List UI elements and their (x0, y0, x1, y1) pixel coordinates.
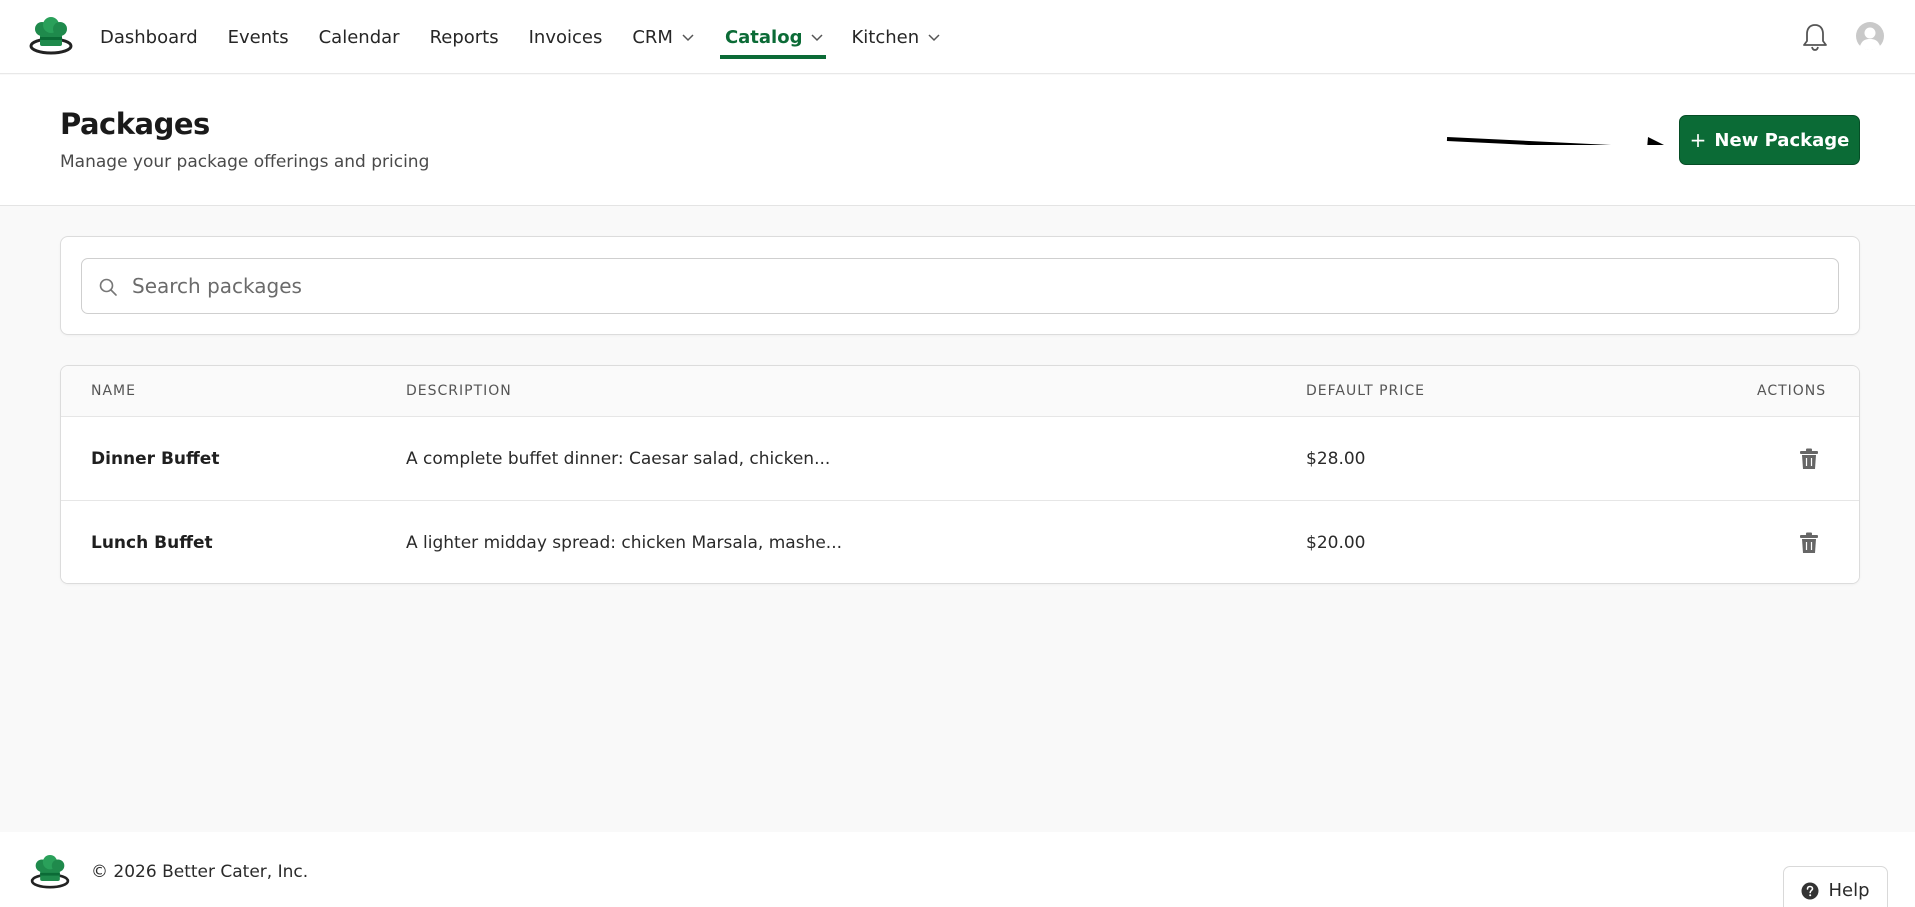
column-header-name[interactable]: NAME (91, 383, 136, 399)
question-circle-icon (1801, 882, 1819, 900)
chevron-down-icon (928, 34, 940, 42)
nav-item-label: Calendar (318, 26, 400, 48)
bell-icon[interactable] (1801, 22, 1829, 52)
help-button-label: Help (1828, 880, 1870, 901)
help-button[interactable]: Help (1783, 866, 1888, 907)
new-package-button-label: New Package (1714, 129, 1850, 151)
table-row[interactable]: Dinner Buffet A complete buffet dinner: … (61, 418, 1859, 501)
new-package-button[interactable]: + New Package (1679, 115, 1860, 165)
search-icon (99, 278, 117, 296)
copyright-text: © 2026 Better Cater, Inc. (91, 862, 309, 882)
trash-icon[interactable] (1799, 532, 1819, 554)
main-nav: Dashboard Events Calendar Reports Invoic… (100, 0, 941, 74)
search-box[interactable] (81, 258, 1839, 314)
nav-item-crm[interactable]: CRM (632, 0, 695, 74)
chef-hat-logo-icon[interactable] (29, 17, 73, 55)
packages-table: NAME DESCRIPTION DEFAULT PRICE ACTIONS D… (60, 365, 1860, 584)
user-avatar-icon[interactable] (1855, 21, 1885, 51)
trash-icon[interactable] (1799, 448, 1819, 470)
search-input[interactable] (132, 259, 1822, 313)
package-description: A lighter midday spread: chicken Marsala… (406, 533, 843, 553)
table-header: NAME DESCRIPTION DEFAULT PRICE ACTIONS (61, 366, 1859, 417)
chevron-down-icon (811, 34, 824, 42)
plus-icon: + (1689, 128, 1707, 152)
page-header: Packages Manage your package offerings a… (0, 75, 1915, 206)
nav-item-reports[interactable]: Reports (430, 0, 499, 74)
nav-item-invoices[interactable]: Invoices (529, 0, 603, 74)
chef-hat-logo-icon (30, 855, 70, 889)
page-subtitle: Manage your package offerings and pricin… (60, 152, 430, 172)
package-price: $28.00 (1306, 449, 1366, 469)
column-header-default-price[interactable]: DEFAULT PRICE (1306, 383, 1425, 399)
nav-item-label: CRM (632, 26, 673, 48)
package-name[interactable]: Lunch Buffet (91, 533, 213, 553)
footer: © 2026 Better Cater, Inc. Help (0, 832, 1915, 907)
nav-item-label: Reports (429, 26, 499, 48)
nav-item-label: Kitchen (851, 26, 920, 48)
nav-item-kitchen[interactable]: Kitchen (851, 0, 941, 74)
nav-item-label: Dashboard (100, 26, 198, 48)
package-name[interactable]: Dinner Buffet (91, 449, 219, 469)
package-price: $20.00 (1306, 533, 1366, 553)
search-card (60, 236, 1860, 335)
column-header-description[interactable]: DESCRIPTION (406, 383, 512, 399)
nav-item-catalog[interactable]: Catalog (719, 0, 827, 74)
annotation-arrow (1446, 137, 1664, 145)
nav-item-label: Invoices (528, 26, 603, 48)
nav-item-label: Catalog (724, 26, 803, 48)
column-header-actions: ACTIONS (1757, 383, 1827, 399)
chevron-down-icon (682, 34, 694, 42)
page-title: Packages (60, 107, 210, 141)
top-navigation-bar: Dashboard Events Calendar Reports Invoic… (0, 0, 1915, 74)
package-description: A complete buffet dinner: Caesar salad, … (406, 449, 831, 469)
nav-item-calendar[interactable]: Calendar (319, 0, 400, 74)
nav-item-label: Events (227, 26, 289, 48)
nav-item-events[interactable]: Events (228, 0, 289, 74)
nav-item-dashboard[interactable]: Dashboard (100, 0, 198, 74)
table-row[interactable]: Lunch Buffet A lighter midday spread: ch… (61, 502, 1859, 583)
